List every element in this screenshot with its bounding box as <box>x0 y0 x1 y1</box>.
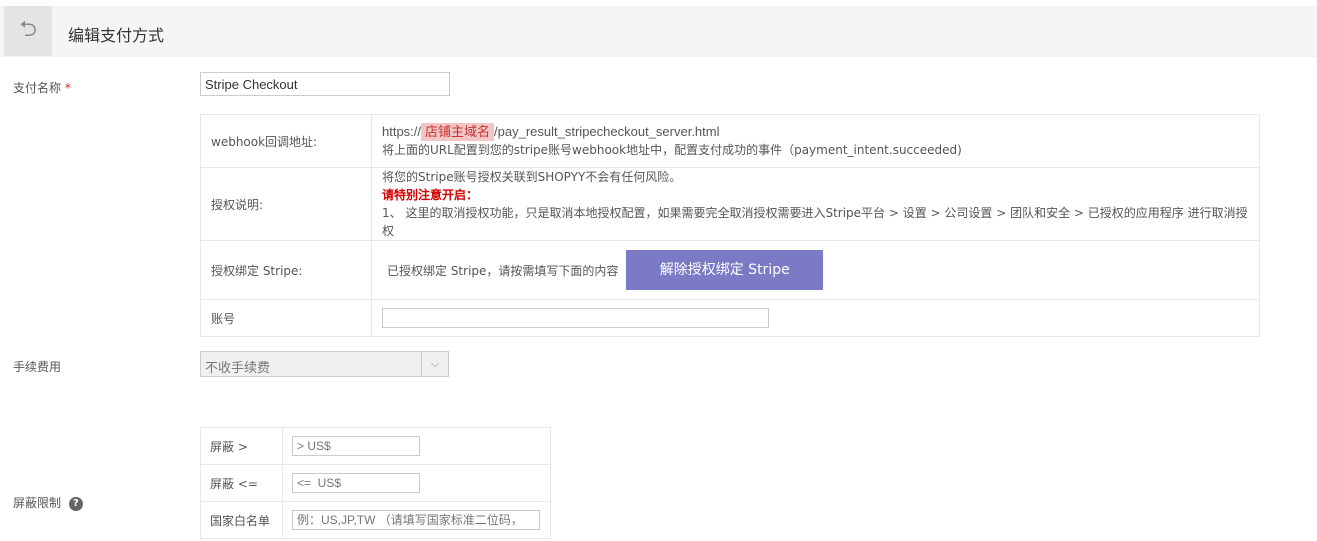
auth-desc-value: 将您的Stripe账号授权关联到SHOPYY不会有任何风险。 请特别注意开启： … <box>371 167 1260 241</box>
country-whitelist-label: 国家白名单 <box>200 501 283 539</box>
account-row: 账号 <box>200 299 1260 337</box>
fee-label: 手续费用 <box>13 360 62 374</box>
limit-row: 屏蔽 > <box>200 427 551 465</box>
payment-name-input[interactable] <box>200 72 450 96</box>
bind-status: 已授权绑定 Stripe，请按需填写下面的内容 <box>387 263 619 278</box>
back-button[interactable]: ⮌ <box>4 6 52 56</box>
bind-row: 授权绑定 Stripe: 已授权绑定 Stripe，请按需填写下面的内容 解除授… <box>200 240 1260 300</box>
limit-table: 屏蔽 > 屏蔽 <= 国家白名单 <box>200 427 551 539</box>
webhook-url-prefix: https:// <box>382 124 422 139</box>
limit-gt-cell <box>282 427 551 465</box>
domain-mask: 店铺主域名 <box>421 123 495 141</box>
limit-row: 屏蔽 <= <box>200 464 551 502</box>
auth-warning-text: 请特别注意开启 <box>382 188 467 202</box>
page-header: ⮌ 编辑支付方式 <box>0 6 1317 57</box>
undo-arrow-icon: ⮌ <box>19 17 37 42</box>
limit-gt-input[interactable] <box>292 436 420 456</box>
bind-value: 已授权绑定 Stripe，请按需填写下面的内容 解除授权绑定 Stripe <box>371 240 1260 300</box>
limit-gt-label: 屏蔽 > <box>200 427 283 465</box>
webhook-url: https://店铺主域名/pay_result_stripecheckout_… <box>382 123 1249 141</box>
limit-le-label: 屏蔽 <= <box>200 464 283 502</box>
chevron-down-icon: ⌵ <box>421 352 448 376</box>
account-value <box>371 299 1260 337</box>
limit-le-cell <box>282 464 551 502</box>
webhook-value: https://店铺主域名/pay_result_stripecheckout_… <box>371 114 1260 168</box>
country-whitelist-cell <box>282 501 551 539</box>
question-circle-icon[interactable]: ? <box>68 496 83 511</box>
auth-desc-label: 授权说明: <box>200 167 372 241</box>
required-mark: * <box>64 81 71 95</box>
webhook-row: webhook回调地址: https://店铺主域名/pay_result_st… <box>200 114 1260 168</box>
auth-desc-row: 授权说明: 将您的Stripe账号授权关联到SHOPYY不会有任何风险。 请特别… <box>200 167 1260 241</box>
webhook-hint: 将上面的URL配置到您的stripe账号webhook地址中，配置支付成功的事件… <box>382 143 962 157</box>
page-title: 编辑支付方式 <box>68 26 165 45</box>
auth-desc-line1: 将您的Stripe账号授权关联到SHOPYY不会有任何风险。 <box>382 170 682 184</box>
fee-selected-value: 不收手续费 <box>205 361 271 376</box>
auth-warning-colon: ： <box>466 188 479 202</box>
bind-label: 授权绑定 Stripe: <box>200 240 372 300</box>
payment-name-label-text: 支付名称 <box>13 81 62 95</box>
limit-le-input[interactable] <box>292 473 420 493</box>
stripe-config-table: webhook回调地址: https://店铺主域名/pay_result_st… <box>200 114 1260 337</box>
limit-label: 屏蔽限制 ? <box>13 494 83 511</box>
auth-desc-line3: 1、 这里的取消授权功能，只是取消本地授权配置，如果需要完全取消授权需要进入St… <box>382 206 1248 238</box>
limit-label-text: 屏蔽限制 <box>13 496 62 510</box>
auth-warning: 请特别注意开启： <box>382 186 1249 204</box>
account-label: 账号 <box>200 299 372 337</box>
fee-select[interactable]: 不收手续费 ⌵ <box>200 351 449 377</box>
unbind-stripe-button[interactable]: 解除授权绑定 Stripe <box>626 250 824 290</box>
webhook-url-suffix: /pay_result_stripecheckout_server.html <box>494 124 720 139</box>
account-input[interactable] <box>382 308 769 328</box>
webhook-label: webhook回调地址: <box>200 114 372 168</box>
payment-name-label: 支付名称 * <box>13 79 71 96</box>
limit-row: 国家白名单 <box>200 501 551 539</box>
country-whitelist-input[interactable] <box>292 510 540 530</box>
